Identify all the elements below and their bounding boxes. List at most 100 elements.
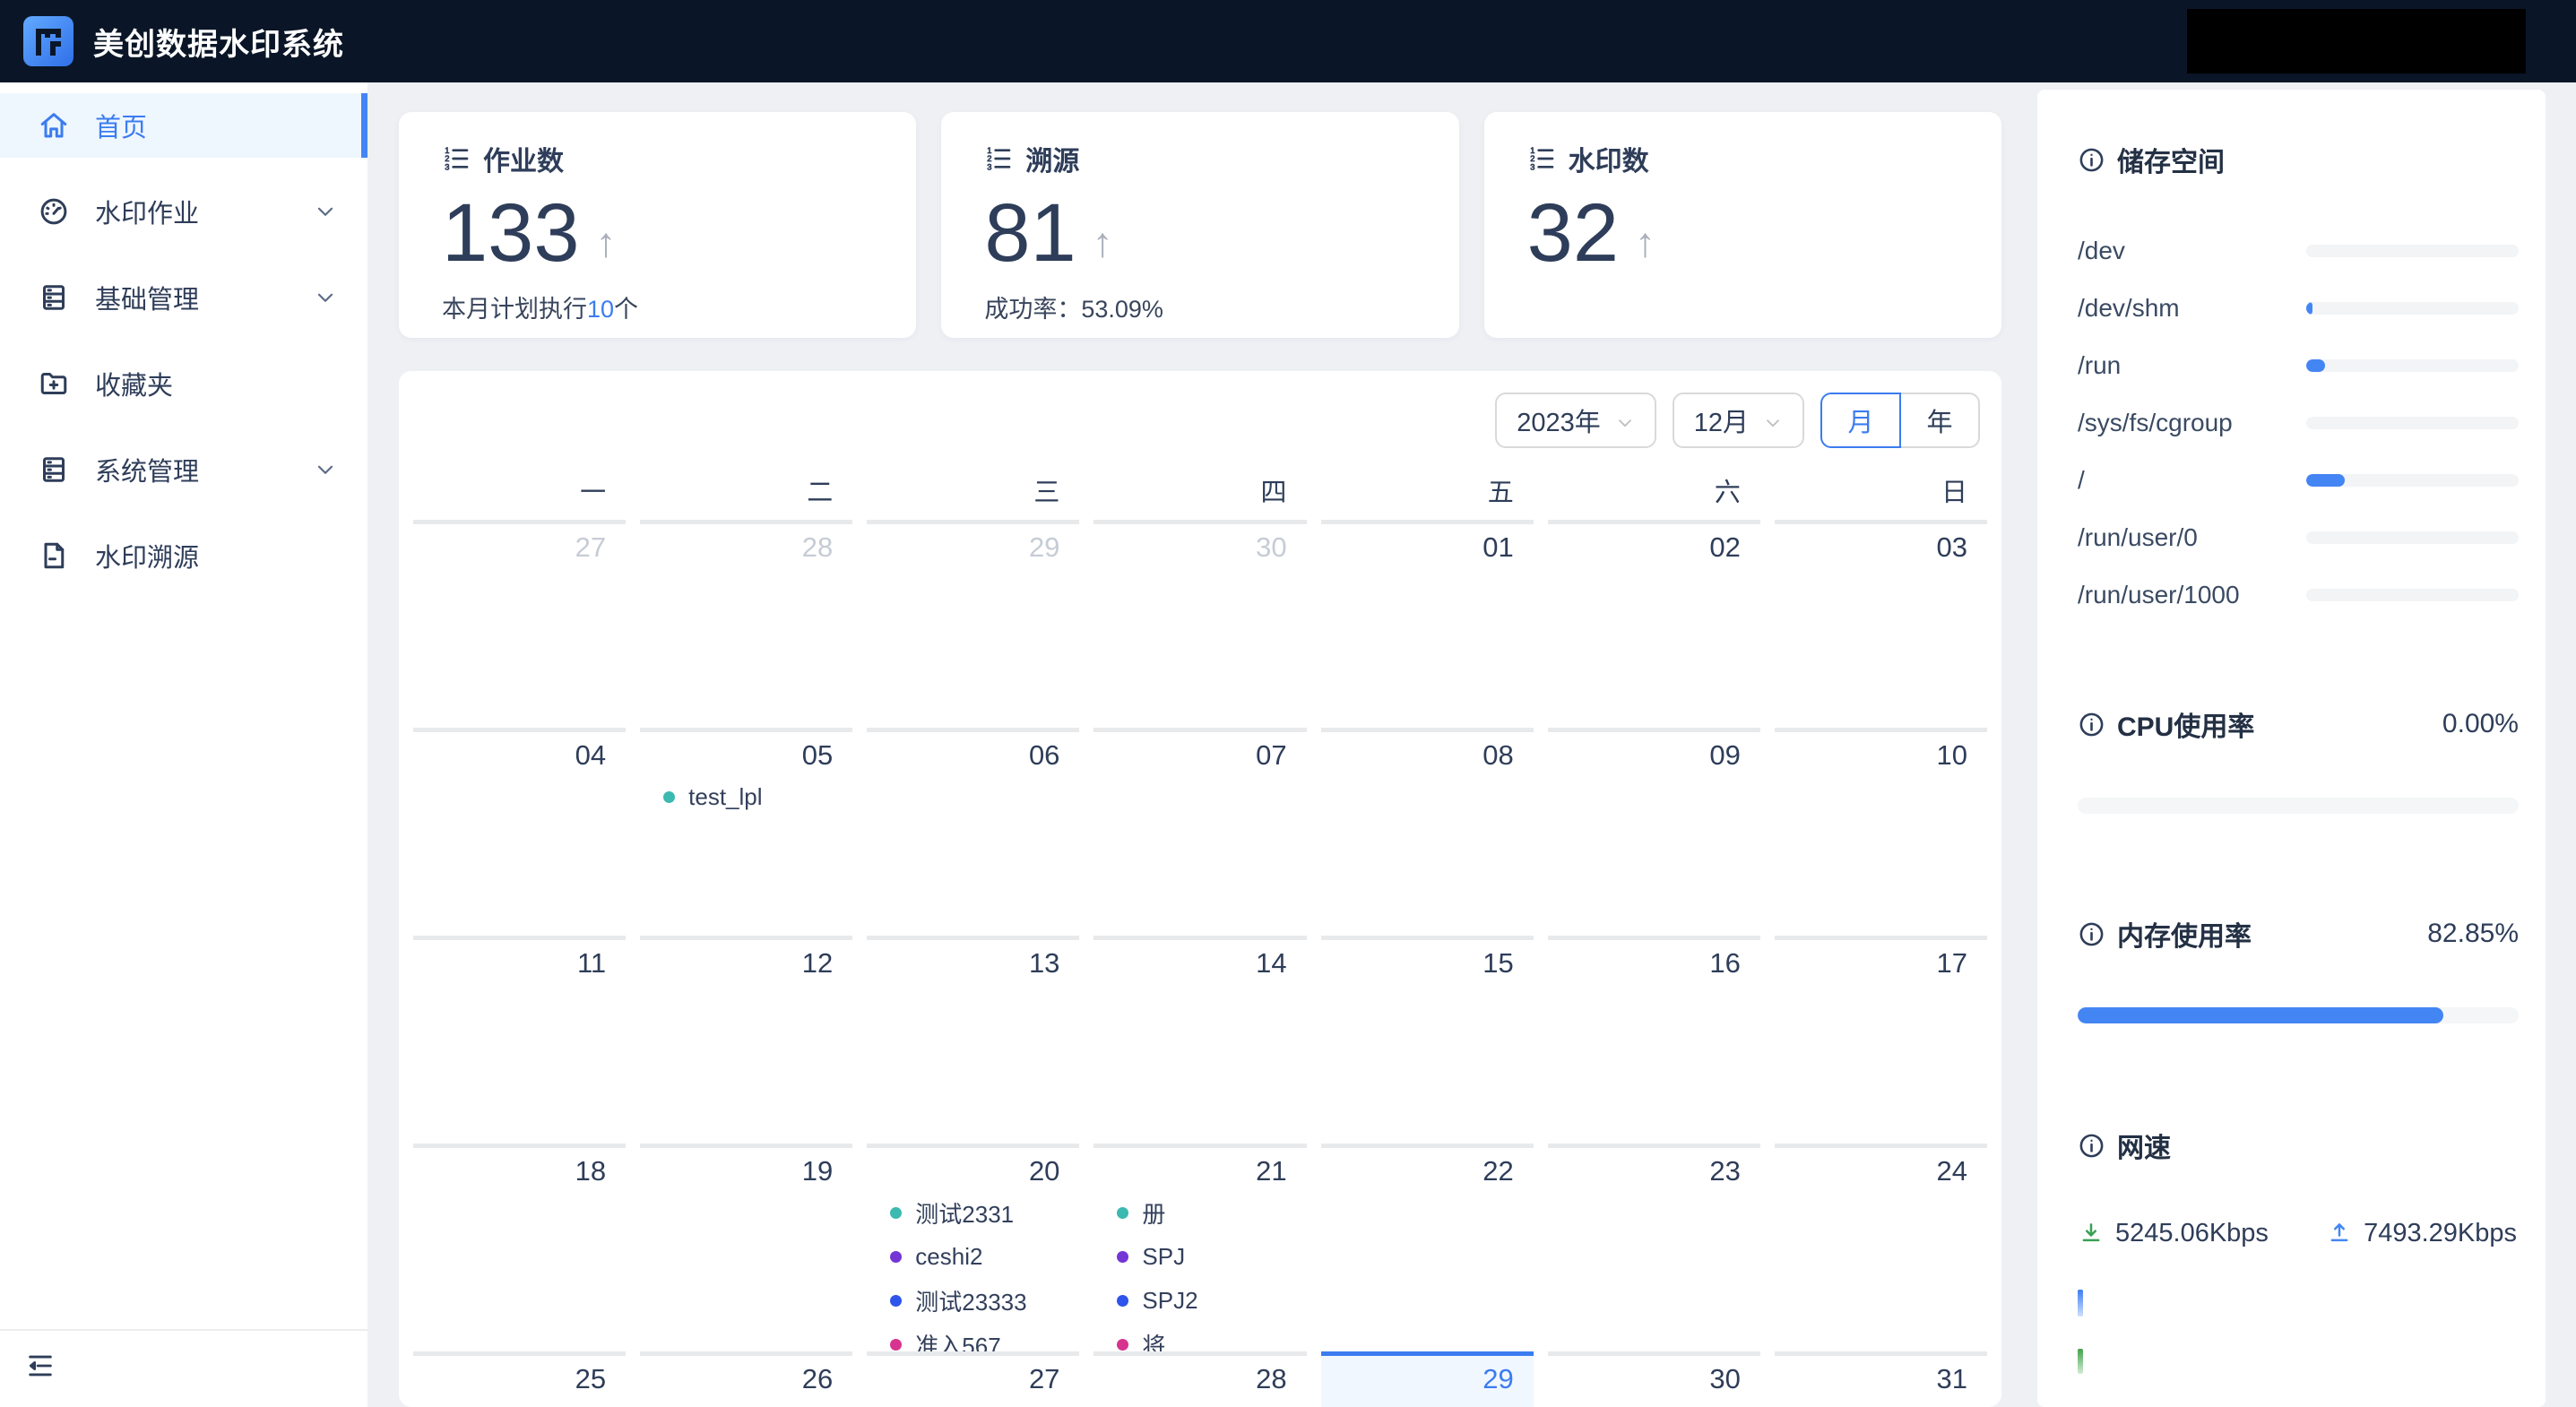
calendar-day-cell[interactable]: 25 xyxy=(413,1351,626,1407)
calendar-event[interactable]: 将 xyxy=(1117,1323,1306,1351)
calendar-day-cell[interactable]: 29 xyxy=(867,520,1079,728)
day-number: 24 xyxy=(1775,1148,1987,1191)
stat-card-title: 作业数 xyxy=(483,139,564,178)
main-content: 123 作业数 133 ↑ 本月计划执行10个 123 溯源 81 ↑ 成功率：… xyxy=(367,82,2001,1407)
calendar-day-cell[interactable]: 27 xyxy=(413,520,626,728)
document-icon xyxy=(38,539,70,572)
calendar-day-cell[interactable]: 27 xyxy=(867,1351,1079,1407)
calendar-day-cell[interactable]: 24 xyxy=(1775,1144,1987,1351)
day-number: 08 xyxy=(1321,732,1534,775)
day-number: 06 xyxy=(867,732,1079,775)
calendar-grid: 272829300102030405 test_lpl 060708091011… xyxy=(406,520,1994,1407)
calendar-event[interactable]: test_lpl xyxy=(663,775,852,819)
calendar-event[interactable]: 测试23333 xyxy=(890,1279,1079,1323)
calendar-day-cell[interactable]: 31 xyxy=(1775,1351,1987,1407)
mode-year-button[interactable]: 年 xyxy=(1899,393,1980,448)
day-number: 21 xyxy=(1094,1148,1306,1191)
day-events: 册 SPJ SPJ2 将 xyxy=(1094,1191,1306,1351)
calendar-day-cell[interactable]: 19 xyxy=(640,1144,852,1351)
event-dot-blue xyxy=(1117,1295,1128,1307)
calendar-day-cell[interactable]: 13 xyxy=(867,936,1079,1144)
calendar-event[interactable]: ceshi2 xyxy=(890,1235,1079,1279)
calendar-day-cell[interactable]: 23 xyxy=(1548,1144,1760,1351)
event-label: 册 xyxy=(1142,1196,1165,1230)
menu-fold-icon[interactable] xyxy=(25,1351,56,1381)
day-number: 16 xyxy=(1548,940,1760,983)
mount-point-label: /run/user/0 xyxy=(2078,523,2198,552)
calendar-week-row: 25 26 27 28 2930 31 xyxy=(406,1351,1994,1407)
sidebar-item-basic-mgmt[interactable]: 基础管理 xyxy=(0,265,367,330)
stat-card-traces: 123 溯源 81 ↑ 成功率：53.09% xyxy=(941,112,1458,338)
mount-point-label: /run xyxy=(2078,351,2121,380)
calendar-day-cell[interactable]: 16 xyxy=(1548,936,1760,1144)
sidebar-item-home[interactable]: 首页 xyxy=(0,93,367,158)
stat-cards-row: 123 作业数 133 ↑ 本月计划执行10个 123 溯源 81 ↑ 成功率：… xyxy=(399,112,2001,338)
calendar-day-cell[interactable]: 04 xyxy=(413,728,626,936)
network-speeds: 5245.06Kbps 7493.29Kbps xyxy=(2078,1219,2519,1248)
weekday-header: 日 xyxy=(1768,466,1994,520)
trend-up-icon: ↑ xyxy=(1093,218,1113,266)
download-speed-value: 5245.06Kbps xyxy=(2115,1219,2269,1248)
calendar-day-cell[interactable]: 07 xyxy=(1094,728,1306,936)
calendar-day-cell[interactable]: 05 test_lpl xyxy=(640,728,852,936)
cpu-section-title: CPU使用率 xyxy=(2078,704,2254,744)
calendar-day-cell[interactable]: 28 xyxy=(1094,1351,1306,1407)
sidebar-item-watermark-trace[interactable]: 水印溯源 xyxy=(0,523,367,588)
month-select[interactable]: 12月 xyxy=(1673,393,1804,448)
calendar-day-cell[interactable]: 30 xyxy=(1548,1351,1760,1407)
day-number: 29 xyxy=(867,524,1079,567)
calendar-day-cell[interactable]: 20 测试2331 ceshi2 测试23333 准入567 xyxy=(867,1144,1079,1351)
calendar-event[interactable]: SPJ xyxy=(1117,1235,1306,1279)
calendar-day-cell[interactable]: 12 xyxy=(640,936,852,1144)
calendar-event[interactable]: 测试2331 xyxy=(890,1191,1079,1235)
calendar-day-cell[interactable]: 18 xyxy=(413,1144,626,1351)
calendar-day-cell[interactable]: 08 xyxy=(1321,728,1534,936)
calendar-day-cell[interactable]: 09 xyxy=(1548,728,1760,936)
ordered-list-icon: 123 xyxy=(442,144,471,173)
calendar-event[interactable]: 册 xyxy=(1117,1191,1306,1235)
day-number: 25 xyxy=(413,1356,626,1399)
chevron-down-icon xyxy=(1615,410,1635,430)
year-select[interactable]: 2023年 xyxy=(1495,393,1656,448)
day-number: 13 xyxy=(867,940,1079,983)
event-dot-purple xyxy=(890,1251,902,1263)
sidebar-item-system-mgmt[interactable]: 系统管理 xyxy=(0,437,367,502)
calendar-day-cell[interactable]: 03 xyxy=(1775,520,1987,728)
sidebar-item-watermark-jobs[interactable]: 水印作业 xyxy=(0,179,367,244)
calendar-day-cell[interactable]: 22 xyxy=(1321,1144,1534,1351)
memory-section-title: 内存使用率 xyxy=(2078,914,2252,954)
calendar-day-cell[interactable]: 14 xyxy=(1094,936,1306,1144)
calendar-day-cell[interactable]: 21 册 SPJ SPJ2 将 xyxy=(1094,1144,1306,1351)
calendar-event[interactable]: 准入567 xyxy=(890,1323,1079,1351)
day-number: 15 xyxy=(1321,940,1534,983)
network-chart-download-mark xyxy=(2078,1290,2083,1316)
event-dot-teal xyxy=(663,791,675,803)
day-number: 20 xyxy=(867,1148,1079,1191)
upload-icon xyxy=(2326,1221,2353,1247)
calendar-day-cell[interactable]: 26 xyxy=(640,1351,852,1407)
sidebar-item-label: 首页 xyxy=(95,107,147,144)
calendar-day-cell[interactable]: 06 xyxy=(867,728,1079,936)
sidebar-item-label: 系统管理 xyxy=(95,451,199,488)
calendar-panel: 2023年 12月 月 年 一二三四五六日 272829300102030405… xyxy=(399,371,2001,1407)
calendar-event[interactable]: SPJ2 xyxy=(1117,1279,1306,1323)
weekday-header: 三 xyxy=(860,466,1086,520)
mode-month-button[interactable]: 月 xyxy=(1820,393,1901,448)
stat-card-title: 溯源 xyxy=(1025,139,1079,178)
chevron-down-icon xyxy=(1763,410,1783,430)
calendar-day-cell[interactable]: 11 xyxy=(413,936,626,1144)
network-chart-upload-mark xyxy=(2078,1349,2083,1374)
sidebar-item-favorites[interactable]: 收藏夹 xyxy=(0,351,367,416)
calendar-day-cell[interactable]: 29 xyxy=(1321,1351,1534,1407)
calendar-day-cell[interactable]: 17 xyxy=(1775,936,1987,1144)
memory-usage-bar xyxy=(2078,1007,2519,1023)
calendar-day-cell[interactable]: 30 xyxy=(1094,520,1306,728)
calendar-day-cell[interactable]: 10 xyxy=(1775,728,1987,936)
storage-section-title: 储存空间 xyxy=(2078,140,2225,179)
calendar-day-cell[interactable]: 02 xyxy=(1548,520,1760,728)
month-select-value: 12月 xyxy=(1694,401,1749,439)
folder-add-icon xyxy=(38,367,70,400)
calendar-day-cell[interactable]: 28 xyxy=(640,520,852,728)
calendar-day-cell[interactable]: 01 xyxy=(1321,520,1534,728)
calendar-day-cell[interactable]: 15 xyxy=(1321,936,1534,1144)
